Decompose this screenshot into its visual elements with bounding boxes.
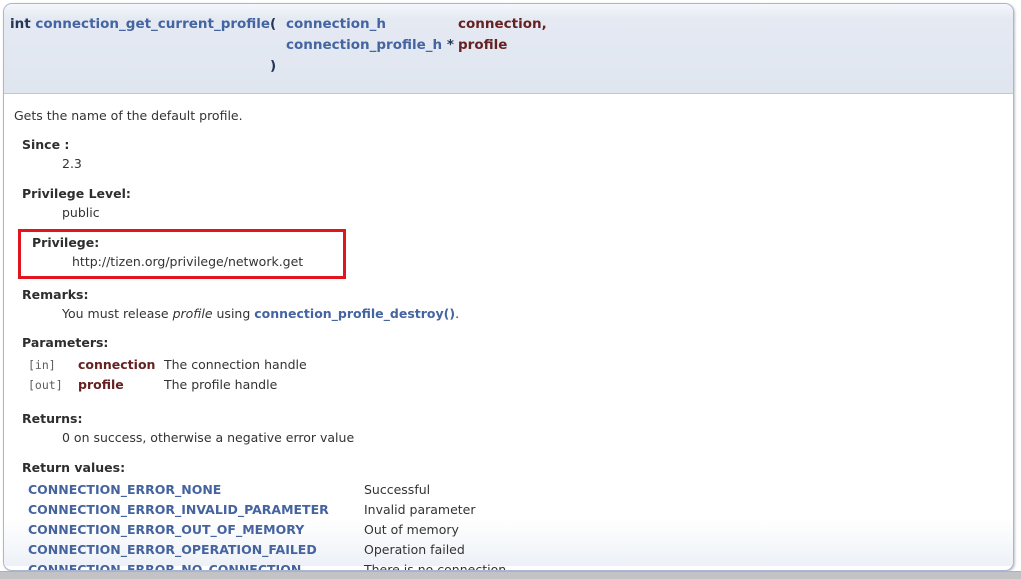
remarks-text-before: You must release — [62, 306, 173, 321]
function-signature: int connection_get_current_profile ( con… — [4, 4, 1013, 94]
privilege-value: http://tizen.org/privilege/network.get — [72, 254, 343, 270]
param-description: The profile handle — [164, 375, 1003, 395]
pointer-star: * — [447, 37, 454, 53]
privilege-label: Privilege: — [32, 235, 343, 251]
return-values-table: CONNECTION_ERROR_NONE Successful CONNECT… — [22, 480, 1003, 571]
section-privilege-level: Privilege Level: public — [22, 186, 1003, 221]
return-value-link[interactable]: CONNECTION_ERROR_OUT_OF_MEMORY — [28, 520, 364, 540]
param-type-link-connection_profile_h[interactable]: connection_profile_h — [286, 37, 442, 53]
since-label: Since : — [22, 137, 1003, 153]
param-name: connection — [78, 355, 164, 375]
return-value-description: There is no connection — [364, 560, 1003, 571]
param-direction: [in] — [28, 355, 78, 375]
return-value-link[interactable]: CONNECTION_ERROR_OPERATION_FAILED — [28, 540, 364, 560]
return-value-description: Invalid parameter — [364, 500, 1003, 520]
privilege-highlight-annotation: Privilege: http://tizen.org/privilege/ne… — [18, 229, 346, 279]
param-direction: [out] — [28, 375, 78, 395]
remarks-label: Remarks: — [22, 287, 1003, 303]
signature-line-3: ) — [10, 56, 1013, 77]
section-since: Since : 2.3 — [22, 137, 1003, 172]
return-value-row: CONNECTION_ERROR_OPERATION_FAILED Operat… — [22, 540, 1003, 560]
returns-value: 0 on success, otherwise a negative error… — [62, 430, 1003, 446]
parameters-label: Parameters: — [22, 335, 1003, 351]
signature-line-2: connection_profile_h * profile — [10, 35, 1013, 56]
remarks-text-after: . — [455, 306, 459, 321]
page-bottom-scroll-area[interactable] — [0, 571, 1021, 579]
signature-line-1: int connection_get_current_profile ( con… — [10, 14, 1013, 35]
open-paren: ( — [270, 14, 286, 35]
section-return-values: Return values: CONNECTION_ERROR_NONE Suc… — [22, 460, 1003, 571]
return-value-link[interactable]: CONNECTION_ERROR_INVALID_PARAMETER — [28, 500, 364, 520]
signature-memname: int connection_get_current_profile — [10, 14, 270, 35]
return-value-row: CONNECTION_ERROR_OUT_OF_MEMORY Out of me… — [22, 520, 1003, 540]
brief-description: Gets the name of the default profile. — [14, 108, 1003, 124]
close-paren: ) — [270, 56, 286, 77]
remarks-text: You must release profile using connectio… — [62, 306, 1003, 322]
section-privilege: Privilege: http://tizen.org/privilege/ne… — [32, 235, 343, 270]
return-value-row: CONNECTION_ERROR_NO_CONNECTION There is … — [22, 560, 1003, 571]
return-value-description: Operation failed — [364, 540, 1003, 560]
param-type-link-connection_h[interactable]: connection_h — [286, 16, 386, 32]
param-name: profile — [78, 375, 164, 395]
returns-label: Returns: — [22, 411, 1003, 427]
section-returns: Returns: 0 on success, otherwise a negat… — [22, 411, 1003, 446]
signature-param-name-connection: connection, — [458, 14, 1013, 35]
since-value: 2.3 — [62, 156, 1003, 172]
parameter-row: [out] profile The profile handle — [22, 375, 1003, 395]
privilege-level-value: public — [62, 205, 1003, 221]
remarks-italic-term: profile — [173, 306, 213, 321]
section-remarks: Remarks: You must release profile using … — [22, 287, 1003, 322]
return-value-link[interactable]: CONNECTION_ERROR_NONE — [28, 480, 364, 500]
return-value-row: CONNECTION_ERROR_NONE Successful — [22, 480, 1003, 500]
function-doc-panel: int connection_get_current_profile ( con… — [3, 3, 1014, 571]
remarks-function-link[interactable]: connection_profile_destroy() — [254, 306, 455, 321]
remarks-text-middle: using — [213, 306, 255, 321]
privilege-level-label: Privilege Level: — [22, 186, 1003, 202]
function-name: connection_get_current_profile — [35, 16, 270, 32]
return-type: int — [10, 16, 31, 32]
param-description: The connection handle — [164, 355, 1003, 375]
signature-param-name-profile: profile — [458, 35, 1013, 56]
function-doc-body: Gets the name of the default profile. Si… — [4, 94, 1013, 566]
return-values-label: Return values: — [22, 460, 1003, 476]
section-parameters: Parameters: [in] connection The connecti… — [22, 335, 1003, 395]
return-value-description: Out of memory — [364, 520, 1003, 540]
return-value-link[interactable]: CONNECTION_ERROR_NO_CONNECTION — [28, 560, 364, 571]
return-value-row: CONNECTION_ERROR_INVALID_PARAMETER Inval… — [22, 500, 1003, 520]
parameters-table: [in] connection The connection handle [o… — [22, 355, 1003, 395]
return-value-description: Successful — [364, 480, 1003, 500]
parameter-row: [in] connection The connection handle — [22, 355, 1003, 375]
